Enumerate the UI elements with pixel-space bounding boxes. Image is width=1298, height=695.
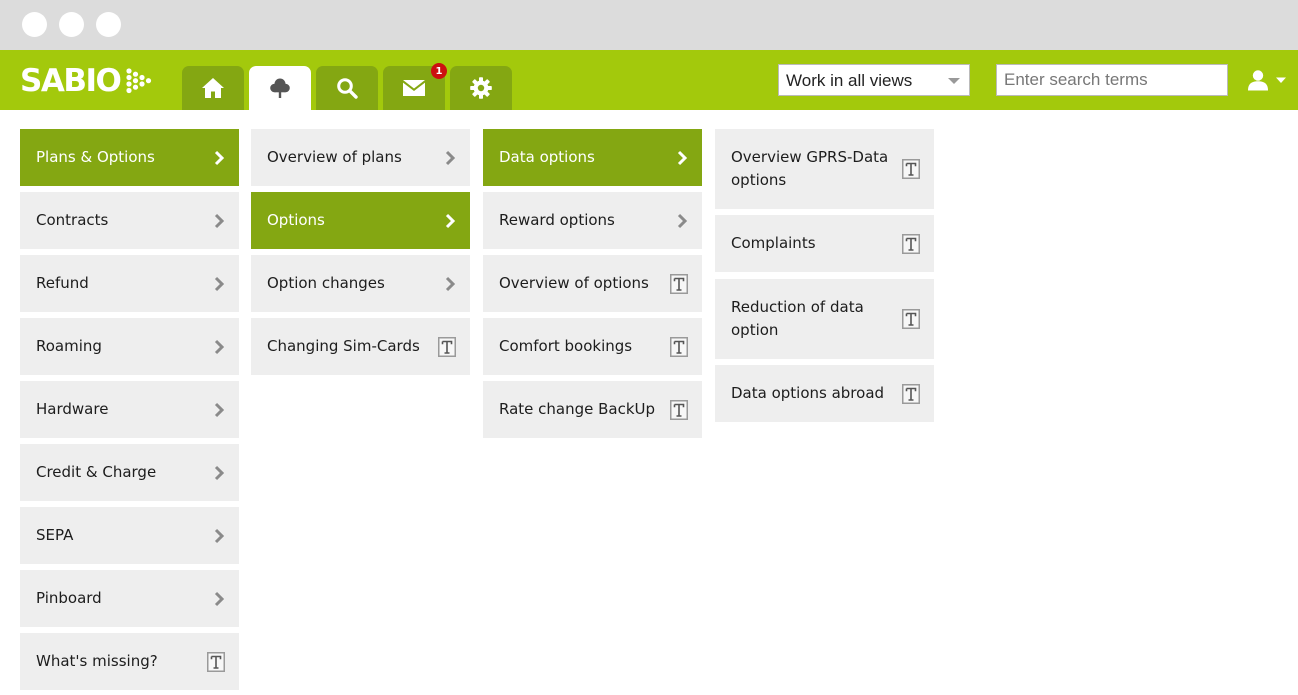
cloud-icon — [270, 78, 290, 98]
menu-item-pinboard[interactable]: Pinboard — [20, 570, 239, 627]
search-icon — [337, 78, 358, 99]
menu-item-changing-sim-cards[interactable]: Changing Sim-Cards — [251, 318, 470, 375]
chevron-right-icon — [445, 276, 456, 292]
menu-item-label: Comfort bookings — [499, 336, 633, 355]
chevron-right-icon — [214, 276, 225, 292]
window-maximize-button[interactable] — [96, 12, 121, 37]
text-document-icon — [438, 336, 456, 357]
menu-item-hardware[interactable]: Hardware — [20, 381, 239, 438]
menu-item-overview-of-plans[interactable]: Overview of plans — [251, 129, 470, 186]
mail-icon — [403, 80, 425, 96]
text-document-icon — [670, 399, 688, 420]
text-document-icon — [670, 273, 688, 294]
menu-item-label: Overview GPRS-Data options — [731, 147, 889, 190]
chevron-right-icon — [445, 150, 456, 166]
chevron-right-icon — [214, 465, 225, 481]
chevron-right-icon — [214, 402, 225, 418]
menu-item-overview-of-options[interactable]: Overview of options — [483, 255, 702, 312]
chevron-right-icon — [214, 528, 225, 544]
chevron-right-icon — [445, 213, 456, 229]
search-input[interactable] — [996, 64, 1228, 96]
home-icon — [202, 78, 224, 98]
chevron-right-icon — [214, 591, 225, 607]
menu-item-data-options[interactable]: Data options — [483, 129, 702, 186]
app-logo[interactable]: SABIO — [20, 63, 154, 99]
chevron-right-icon — [677, 213, 688, 229]
menu-item-credit-charge[interactable]: Credit & Charge — [20, 444, 239, 501]
menu-item-overview-gprs-data-options[interactable]: Overview GPRS-Data options — [715, 129, 934, 209]
caret-down-icon — [1276, 77, 1286, 83]
menu-item-label: Contracts — [36, 210, 109, 229]
menu-item-option-changes[interactable]: Option changes — [251, 255, 470, 312]
menu-item-whats-missing[interactable]: What's missing? — [20, 633, 239, 690]
text-document-icon — [207, 651, 225, 672]
text-document-icon — [902, 159, 920, 179]
tab-search[interactable] — [316, 66, 378, 110]
menu-item-roaming[interactable]: Roaming — [20, 318, 239, 375]
window-minimize-button[interactable] — [59, 12, 84, 37]
menu-item-plans-options[interactable]: Plans & Options — [20, 129, 239, 186]
view-select-value: Work in all views — [786, 71, 913, 90]
tab-cloud[interactable] — [249, 66, 311, 110]
gear-icon — [470, 77, 492, 99]
text-document-icon — [670, 336, 688, 357]
menu-item-label: Complaints — [731, 233, 816, 252]
menu-item-label: Credit & Charge — [36, 462, 157, 481]
tab-home[interactable] — [182, 66, 244, 110]
logo-dots-icon — [126, 68, 152, 94]
chevron-right-icon — [214, 339, 225, 355]
menu-item-label: Roaming — [36, 336, 102, 355]
menu-item-label: Plans & Options — [36, 147, 155, 166]
menu-item-contracts[interactable]: Contracts — [20, 192, 239, 249]
chevron-right-icon — [214, 150, 225, 166]
text-document-icon — [902, 309, 920, 329]
menu-item-reward-options[interactable]: Reward options — [483, 192, 702, 249]
menu-item-comfort-bookings[interactable]: Comfort bookings — [483, 318, 702, 375]
menu-item-rate-change-backup[interactable]: Rate change BackUp — [483, 381, 702, 438]
chevron-right-icon — [214, 213, 225, 229]
window-close-button[interactable] — [22, 12, 47, 37]
menu-item-label: Overview of options — [499, 273, 649, 292]
menu-item-options[interactable]: Options — [251, 192, 470, 249]
menu-item-label: Reward options — [499, 210, 615, 229]
chevron-down-icon — [948, 78, 960, 84]
user-menu[interactable] — [1247, 66, 1293, 94]
text-document-icon — [902, 383, 920, 404]
text-document-icon — [902, 233, 920, 254]
menu-item-label: Reduction of data option — [731, 297, 864, 340]
menu-item-complaints[interactable]: Complaints — [715, 215, 934, 272]
menu-item-label: What's missing? — [36, 651, 158, 670]
user-icon — [1248, 70, 1268, 91]
menu-item-label: Data options abroad — [731, 383, 885, 402]
view-select[interactable]: Work in all views — [778, 64, 970, 96]
logo-wordmark: SABIO — [20, 63, 122, 99]
menu-item-label: Data options — [499, 147, 595, 166]
menu-item-refund[interactable]: Refund — [20, 255, 239, 312]
menu-item-label: Rate change BackUp — [499, 399, 656, 418]
menu-item-label: Hardware — [36, 399, 109, 418]
menu-item-label: Pinboard — [36, 588, 102, 607]
chevron-right-icon — [677, 150, 688, 166]
menu-item-label: Changing Sim-Cards — [267, 336, 420, 355]
menu-item-label: Overview of plans — [267, 147, 402, 166]
menu-item-data-options-abroad[interactable]: Data options abroad — [715, 365, 934, 422]
menu-item-label: SEPA — [36, 525, 74, 544]
menu-item-sepa[interactable]: SEPA — [20, 507, 239, 564]
menu-item-label: Refund — [36, 273, 89, 292]
menu-item-label: Options — [267, 210, 325, 229]
tab-settings[interactable] — [450, 66, 512, 110]
mail-unread-badge: 1 — [431, 63, 447, 79]
menu-item-label: Option changes — [267, 273, 385, 292]
menu-item-reduction-of-data-option[interactable]: Reduction of data option — [715, 279, 934, 359]
window-titlebar — [0, 0, 1298, 50]
